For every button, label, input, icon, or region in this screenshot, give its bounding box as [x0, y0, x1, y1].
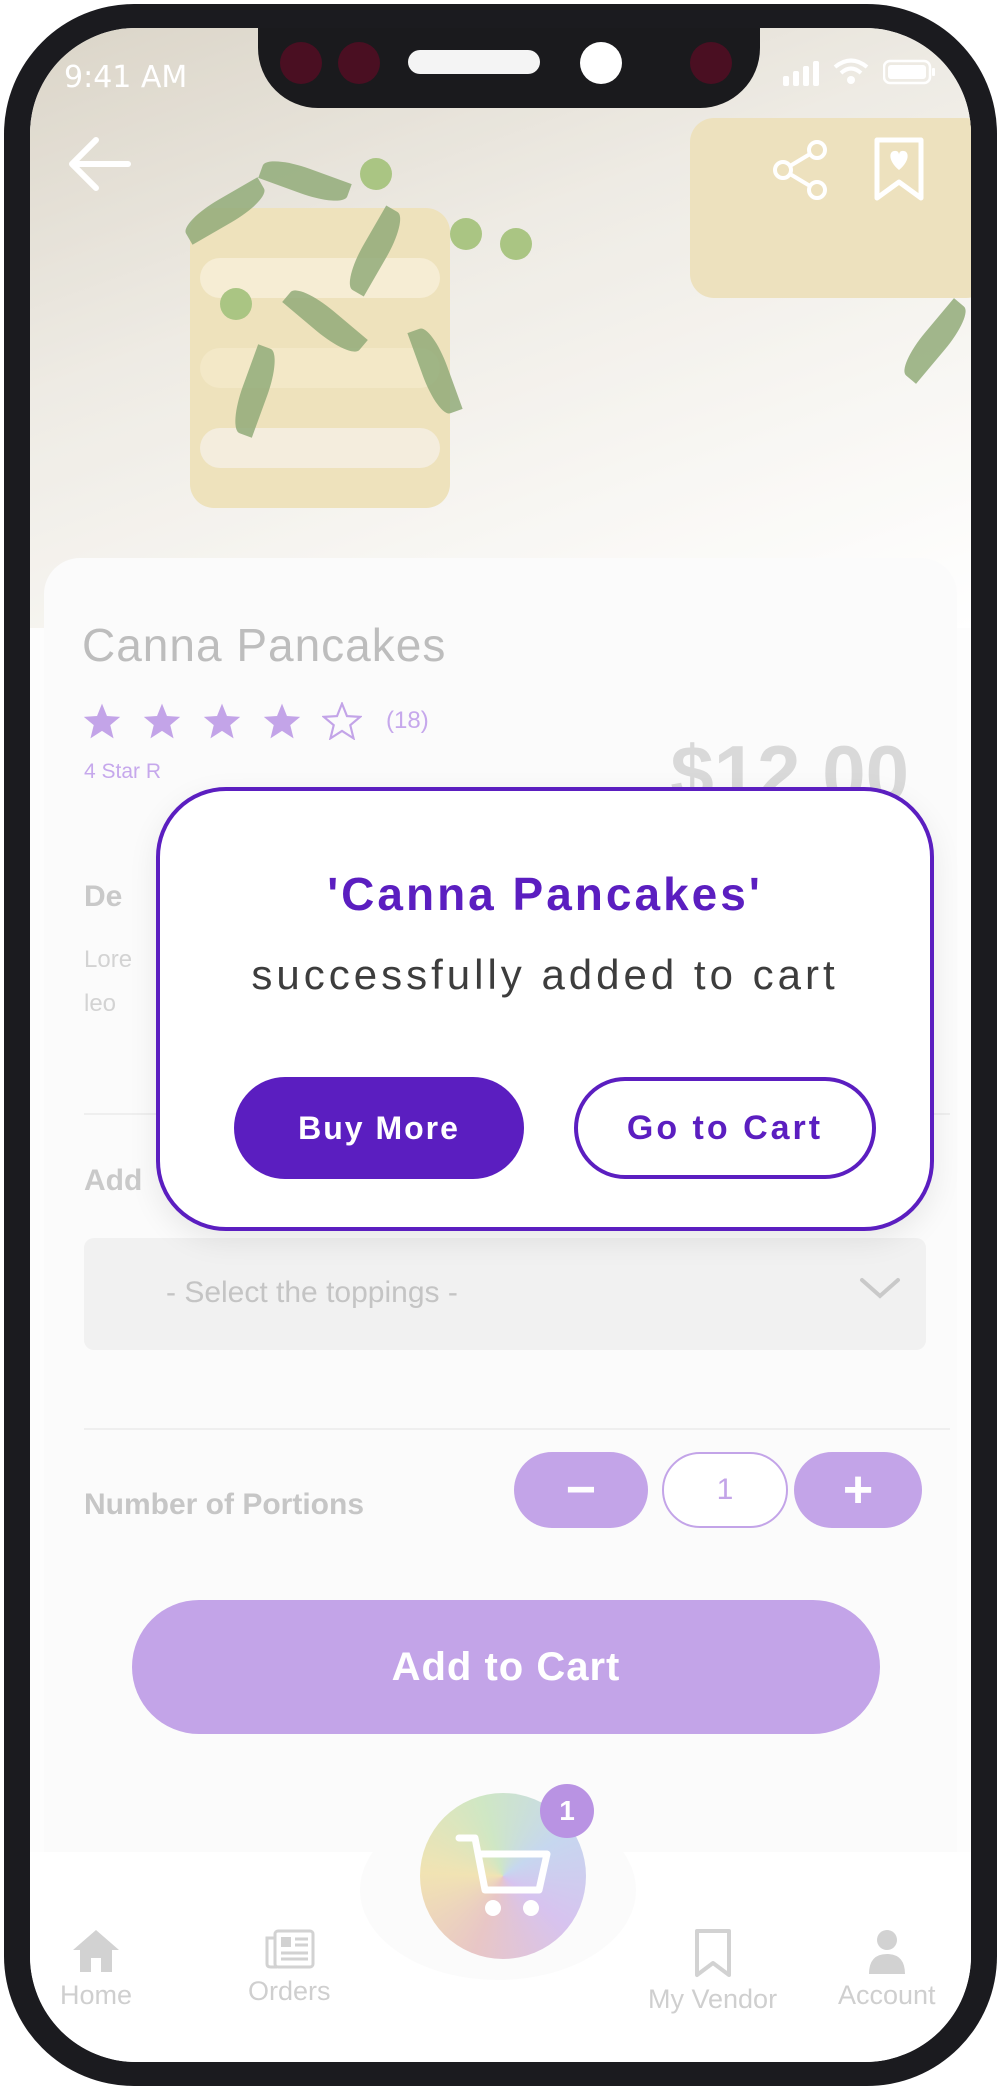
sensor — [690, 42, 732, 84]
notch — [258, 28, 760, 108]
sensor — [338, 42, 380, 84]
description-label: De — [84, 880, 123, 913]
wifi-icon — [833, 58, 869, 84]
bookmark-icon — [694, 1929, 731, 1977]
cart-badge: 1 — [540, 1784, 594, 1838]
toppings-placeholder: - Select the toppings - — [166, 1276, 458, 1309]
increment-button[interactable]: + — [794, 1452, 922, 1528]
dialog-message: successfully added to cart — [251, 951, 839, 998]
tab-orders[interactable]: Orders — [248, 1928, 331, 2007]
buy-more-button[interactable]: Buy More — [234, 1077, 524, 1179]
tab-account-label: Account — [838, 1980, 936, 2010]
back-arrow-icon[interactable] — [68, 136, 132, 192]
rating-count: (18) — [386, 707, 429, 734]
star-icon — [203, 703, 241, 739]
decrement-button[interactable]: − — [514, 1452, 648, 1528]
speaker — [408, 50, 540, 74]
signal-icon — [783, 61, 819, 86]
home-icon — [73, 1930, 120, 1972]
go-to-cart-button[interactable]: Go to Cart — [574, 1077, 876, 1179]
star-icon — [263, 703, 301, 739]
dialog-title: 'Canna Pancakes' — [327, 868, 763, 920]
tab-my-vendor-label: My Vendor — [648, 1984, 778, 2014]
status-icons — [783, 58, 937, 86]
addons-label: Add — [84, 1164, 143, 1197]
rating-stars: (18) — [82, 702, 429, 740]
share-icon[interactable] — [773, 140, 829, 200]
rating-caption: 4 Star R — [84, 760, 162, 783]
bookmark-heart-icon[interactable] — [873, 136, 925, 202]
portions-label: Number of Portions — [84, 1488, 365, 1521]
screen: 9:41 AM Canna Pancakes (18) 4 Star R $12… — [30, 28, 971, 2062]
status-time: 9:41 AM — [64, 60, 188, 95]
toppings-select[interactable]: - Select the toppings - — [84, 1238, 926, 1350]
divider — [84, 1428, 950, 1430]
chevron-down-icon — [860, 1278, 900, 1299]
front-camera — [580, 42, 622, 84]
sensor — [280, 42, 322, 84]
tab-account[interactable]: Account — [838, 1928, 936, 2011]
quantity-value[interactable]: 1 — [662, 1452, 788, 1528]
account-icon — [868, 1930, 905, 1974]
add-to-cart-button[interactable]: Add to Cart — [132, 1600, 880, 1734]
orders-icon — [265, 1929, 315, 1969]
star-icon — [143, 703, 181, 739]
phone-frame: 9:41 AM Canna Pancakes (18) 4 Star R $12… — [4, 4, 997, 2086]
tab-my-vendor[interactable]: My Vendor — [648, 1928, 777, 2015]
battery-icon — [883, 59, 935, 85]
star-outline-icon — [322, 702, 362, 740]
cart-icon — [455, 1834, 551, 1916]
hero-overlay — [30, 28, 971, 628]
tab-home[interactable]: Home — [60, 1928, 132, 2011]
tab-home-label: Home — [60, 1980, 133, 2010]
tab-orders-label: Orders — [248, 1976, 331, 2006]
added-to-cart-dialog: 'Canna Pancakes' successfully added to c… — [156, 787, 934, 1231]
product-title: Canna Pancakes — [82, 619, 447, 671]
star-icon — [83, 703, 121, 739]
product-hero-image — [30, 28, 971, 628]
